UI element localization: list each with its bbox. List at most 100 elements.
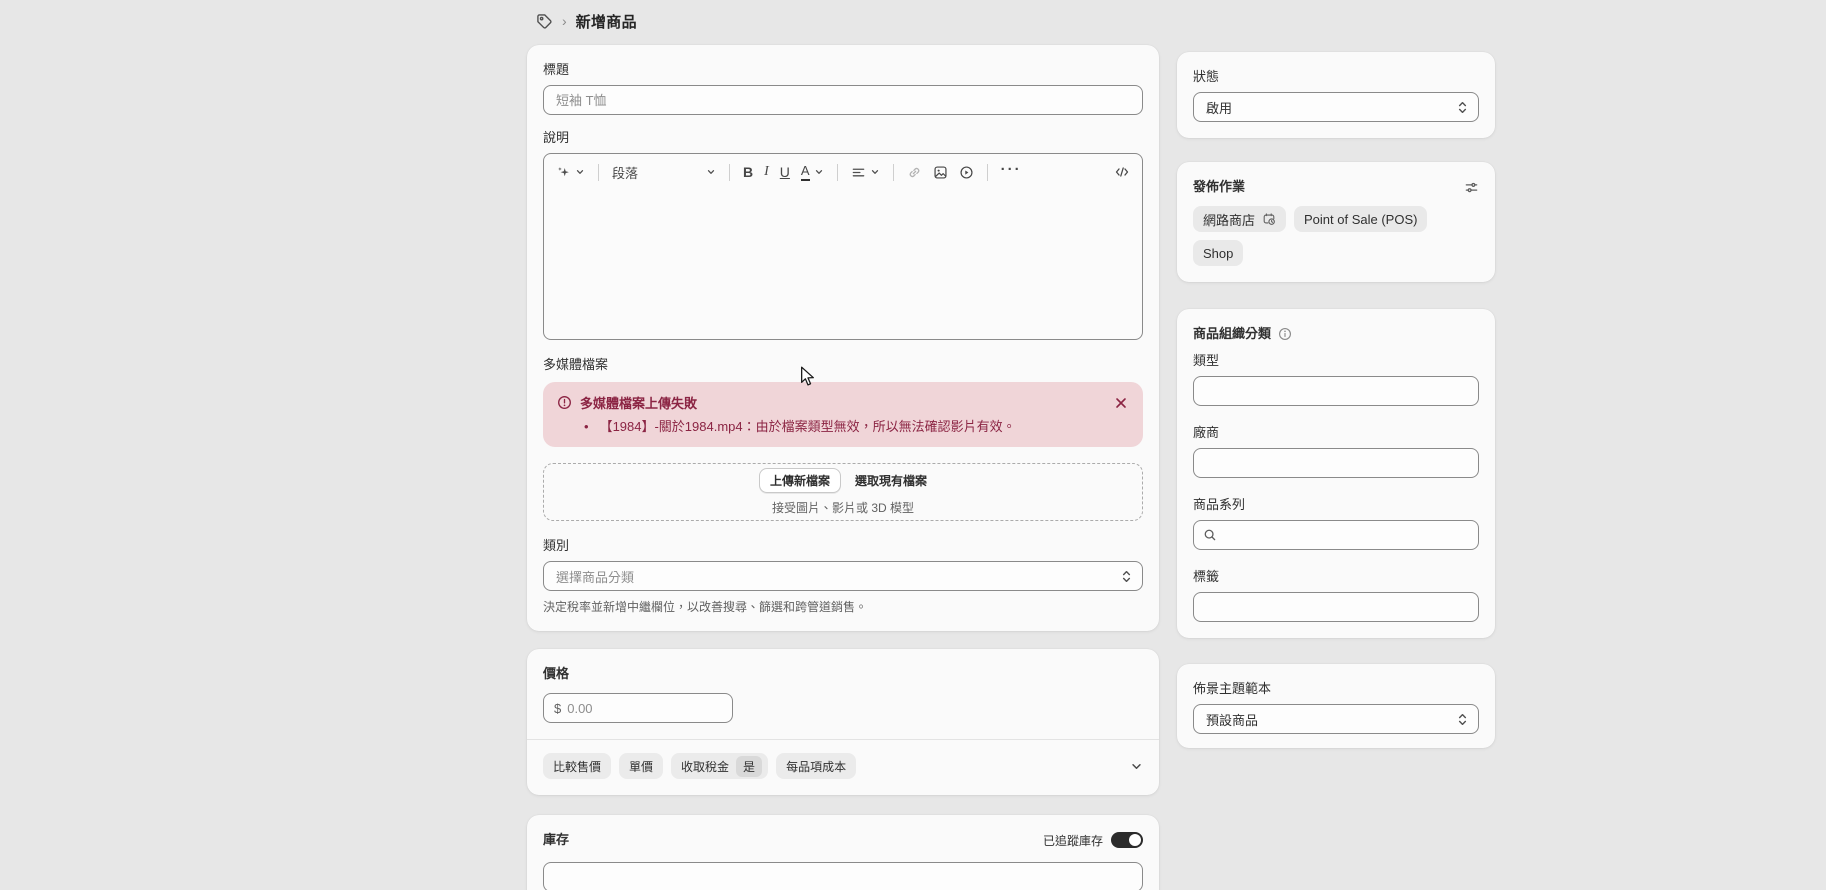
channel-label: Shop [1203, 246, 1233, 261]
upload-new-file-button[interactable]: 上傳新檔案 [759, 468, 841, 493]
toolbar-divider [598, 164, 599, 181]
underline-button[interactable]: U [780, 165, 790, 179]
category-select[interactable]: 選擇商品分類 [543, 561, 1143, 591]
chip-label: 單價 [629, 758, 653, 775]
align-left-icon [851, 165, 866, 180]
paragraph-style-dropdown[interactable]: 段落 [612, 163, 716, 182]
price-field[interactable]: $ [543, 693, 733, 723]
sliders-icon[interactable] [1464, 180, 1479, 195]
editor-content[interactable] [544, 190, 1142, 340]
pricing-heading: 價格 [543, 665, 1143, 683]
alert-circle-icon [557, 395, 572, 410]
vendor-input[interactable] [1193, 448, 1479, 478]
title-input[interactable] [543, 85, 1143, 115]
info-icon[interactable] [1278, 327, 1292, 341]
chevron-down-icon [814, 167, 824, 177]
page-title: 新增商品 [576, 11, 637, 32]
channel-online-store: 網路商店 [1193, 206, 1286, 232]
toolbar-divider [729, 164, 730, 181]
expand-pricing-chevron-icon[interactable] [1130, 760, 1143, 773]
media-accept-hint: 接受圖片、影片或 3D 模型 [772, 500, 914, 516]
type-input[interactable] [1193, 376, 1479, 406]
channel-label: Point of Sale (POS) [1304, 212, 1417, 227]
price-input[interactable] [567, 701, 722, 716]
editor-toolbar: 段落 B I U A [544, 154, 1142, 190]
inventory-location-input[interactable] [543, 862, 1143, 890]
cost-per-item-chip[interactable]: 每品項成本 [776, 753, 856, 779]
close-icon[interactable] [1111, 397, 1131, 409]
image-icon [933, 165, 948, 180]
bold-button[interactable]: B [743, 165, 753, 179]
breadcrumb-separator: › [562, 14, 567, 30]
charge-tax-chip[interactable]: 收取稅金 是 [671, 753, 768, 779]
search-icon [1203, 528, 1217, 542]
status-card: 狀態 啟用 [1177, 52, 1495, 138]
inventory-tracked-label: 已追蹤庫存 [1043, 832, 1103, 849]
code-icon [1114, 164, 1130, 180]
alignment-button[interactable] [851, 165, 880, 180]
insert-video-button[interactable] [959, 165, 974, 180]
media-error-detail: 【1984】-關於1984.mp4：由於檔案類型無效，所以無法確認影片有效。 [557, 419, 1131, 435]
toolbar-divider [987, 164, 988, 181]
theme-template-value: 預設商品 [1206, 710, 1457, 729]
organization-heading: 商品組織分類 [1193, 325, 1271, 343]
show-html-button[interactable] [1114, 164, 1130, 180]
italic-button[interactable]: I [764, 165, 769, 179]
theme-template-label: 佈景主題範本 [1193, 680, 1479, 698]
sparkle-icon [556, 165, 571, 180]
description-label: 說明 [543, 129, 1143, 147]
paragraph-style-value: 段落 [612, 163, 638, 182]
media-error-banner: 多媒體檔案上傳失敗 【1984】-關於1984.mp4：由於檔案類型無效，所以無… [543, 382, 1143, 447]
status-select[interactable]: 啟用 [1193, 92, 1479, 122]
title-label: 標題 [543, 61, 1143, 79]
vendor-label: 廠商 [1193, 424, 1479, 442]
media-error-title: 多媒體檔案上傳失敗 [580, 393, 1103, 412]
chip-value: 是 [736, 756, 762, 777]
chevron-down-icon [870, 167, 880, 177]
chevron-down-icon [706, 167, 716, 177]
tags-input[interactable] [1193, 592, 1479, 622]
select-updown-icon [1121, 569, 1132, 584]
compare-at-price-chip[interactable]: 比較售價 [543, 753, 611, 779]
chip-label: 收取稅金 [681, 758, 729, 775]
media-dropzone[interactable]: 上傳新檔案 選取現有檔案 接受圖片、影片或 3D 模型 [543, 463, 1143, 521]
inventory-tracked-toggle[interactable] [1111, 832, 1143, 848]
theme-template-card: 佈景主題範本 預設商品 [1177, 664, 1495, 748]
link-button[interactable] [907, 165, 922, 180]
tags-label: 標籤 [1193, 568, 1479, 586]
toolbar-divider [893, 164, 894, 181]
category-placeholder: 選擇商品分類 [556, 567, 1121, 586]
play-circle-icon [959, 165, 974, 180]
channel-shop: Shop [1193, 240, 1243, 266]
rich-text-editor[interactable]: 段落 B I U A [543, 153, 1143, 340]
main-column: 標題 說明 段落 [527, 45, 1159, 890]
chevron-down-icon [575, 167, 585, 177]
ai-assistant-button[interactable] [556, 165, 585, 180]
product-organization-card: 商品組織分類 類型 廠商 商品系列 [1177, 309, 1495, 638]
breadcrumb: › 新增商品 [536, 11, 637, 32]
text-color-A-icon: A [801, 163, 810, 181]
status-label: 狀態 [1193, 68, 1479, 86]
collections-search-input[interactable] [1193, 520, 1479, 550]
select-updown-icon [1457, 100, 1468, 115]
theme-template-select[interactable]: 預設商品 [1193, 704, 1479, 734]
tag-icon[interactable] [536, 13, 553, 30]
text-color-button[interactable]: A [801, 163, 824, 181]
currency-prefix: $ [554, 701, 561, 716]
more-options-button[interactable]: ··· [1001, 162, 1022, 183]
insert-image-button[interactable] [933, 165, 948, 180]
unit-price-chip[interactable]: 單價 [619, 753, 663, 779]
channel-pos: Point of Sale (POS) [1294, 206, 1427, 232]
link-icon [907, 165, 922, 180]
channel-label: 網路商店 [1203, 210, 1255, 229]
category-help: 決定稅率並新增中繼欄位，以改善搜尋、篩選和跨管道銷售。 [543, 599, 1143, 615]
sales-channels-list: 網路商店 Point of Sale (POS) Shop [1193, 206, 1479, 266]
media-label: 多媒體檔案 [543, 356, 1143, 374]
collections-label: 商品系列 [1193, 496, 1479, 514]
select-existing-file-button[interactable]: 選取現有檔案 [855, 472, 927, 489]
publishing-card: 發佈作業 網路商店 [1177, 162, 1495, 282]
publishing-heading: 發佈作業 [1193, 178, 1245, 196]
calendar-clock-icon[interactable] [1262, 212, 1276, 226]
sidebar-column: 狀態 啟用 發佈作業 網路商店 [1177, 52, 1495, 748]
category-label: 類別 [543, 537, 1143, 555]
